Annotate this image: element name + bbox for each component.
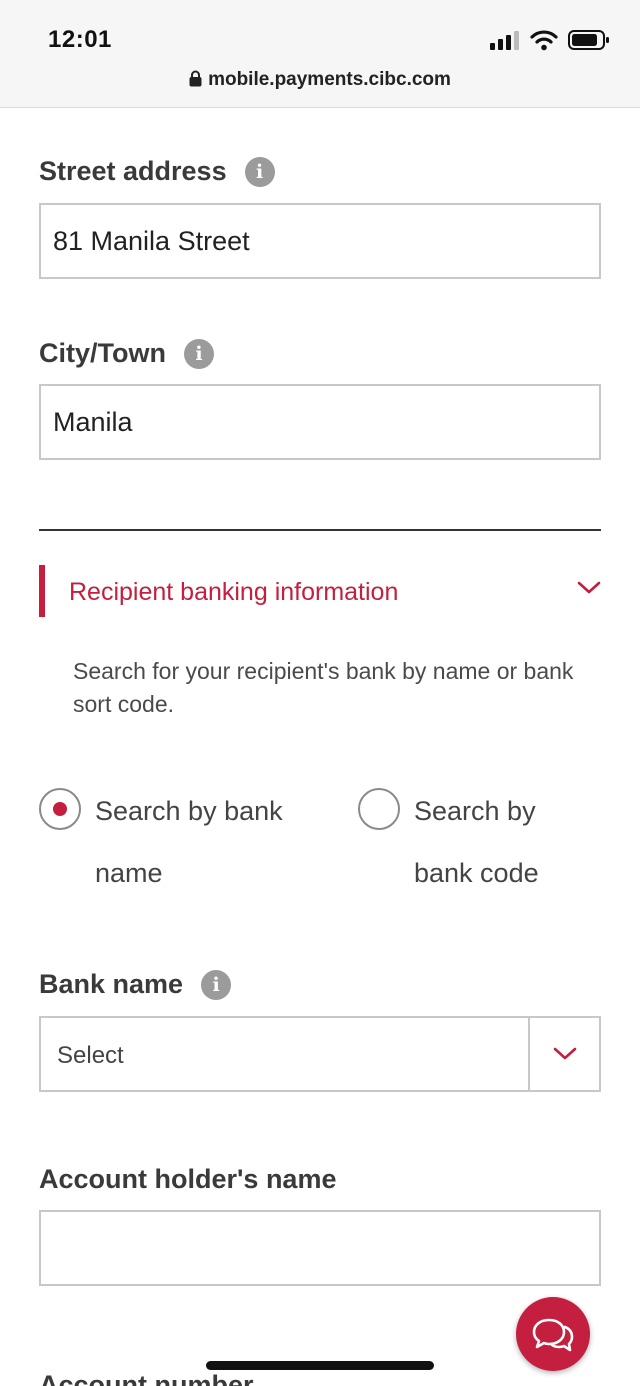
city-town-label: City/Town i [39, 338, 214, 369]
info-icon[interactable]: i [183, 338, 214, 369]
radio-unselected[interactable] [358, 788, 400, 830]
account-holder-input[interactable] [39, 1210, 601, 1286]
helper-text: Search for your recipient's bank by name… [73, 658, 574, 717]
signal-icon [490, 31, 519, 50]
radio-search-by-bank-name[interactable]: Search by bank name [39, 788, 283, 904]
select-value: Select [57, 1042, 124, 1069]
radio-search-by-bank-code[interactable]: Search by bank code [358, 788, 539, 904]
browser-top-bar: 12:01 mobile.payments.cibc.com [0, 0, 640, 108]
info-icon[interactable]: i [201, 969, 232, 1000]
city-town-input[interactable]: Manila [39, 384, 601, 460]
chat-icon [532, 1318, 574, 1352]
radio-selected[interactable] [39, 788, 81, 830]
section-divider [39, 529, 601, 531]
status-time: 12:01 [48, 26, 112, 53]
chevron-down-icon[interactable] [577, 581, 601, 595]
radio-label: bank code [414, 858, 539, 888]
select-toggle-button[interactable] [528, 1018, 599, 1090]
recipient-banking-section-header[interactable]: Recipient banking information [39, 565, 601, 617]
url-text: mobile.payments.cibc.com [208, 69, 451, 90]
wifi-icon [530, 30, 558, 51]
battery-icon [568, 30, 609, 50]
account-number-label: Account number [39, 1370, 254, 1386]
street-address-label: Street address i [39, 156, 275, 187]
radio-label: Search by bank [95, 796, 283, 826]
info-icon[interactable]: i [244, 156, 275, 187]
bank-name-label: Bank name i [39, 969, 232, 1000]
chat-button[interactable] [516, 1297, 590, 1371]
section-accent-bar [39, 565, 45, 617]
street-address-input[interactable]: 81 Manila Street [39, 203, 601, 279]
account-holder-label: Account holder's name [39, 1164, 337, 1194]
section-title: Recipient banking information [69, 578, 399, 606]
chevron-down-icon [553, 1047, 576, 1060]
radio-label: Search by [414, 796, 536, 826]
lock-icon [189, 70, 202, 87]
radio-label: name [95, 858, 163, 888]
home-indicator [206, 1361, 434, 1370]
status-icons [490, 28, 610, 52]
bank-name-select[interactable]: Select [39, 1016, 601, 1092]
url-bar[interactable]: mobile.payments.cibc.com [0, 69, 640, 91]
